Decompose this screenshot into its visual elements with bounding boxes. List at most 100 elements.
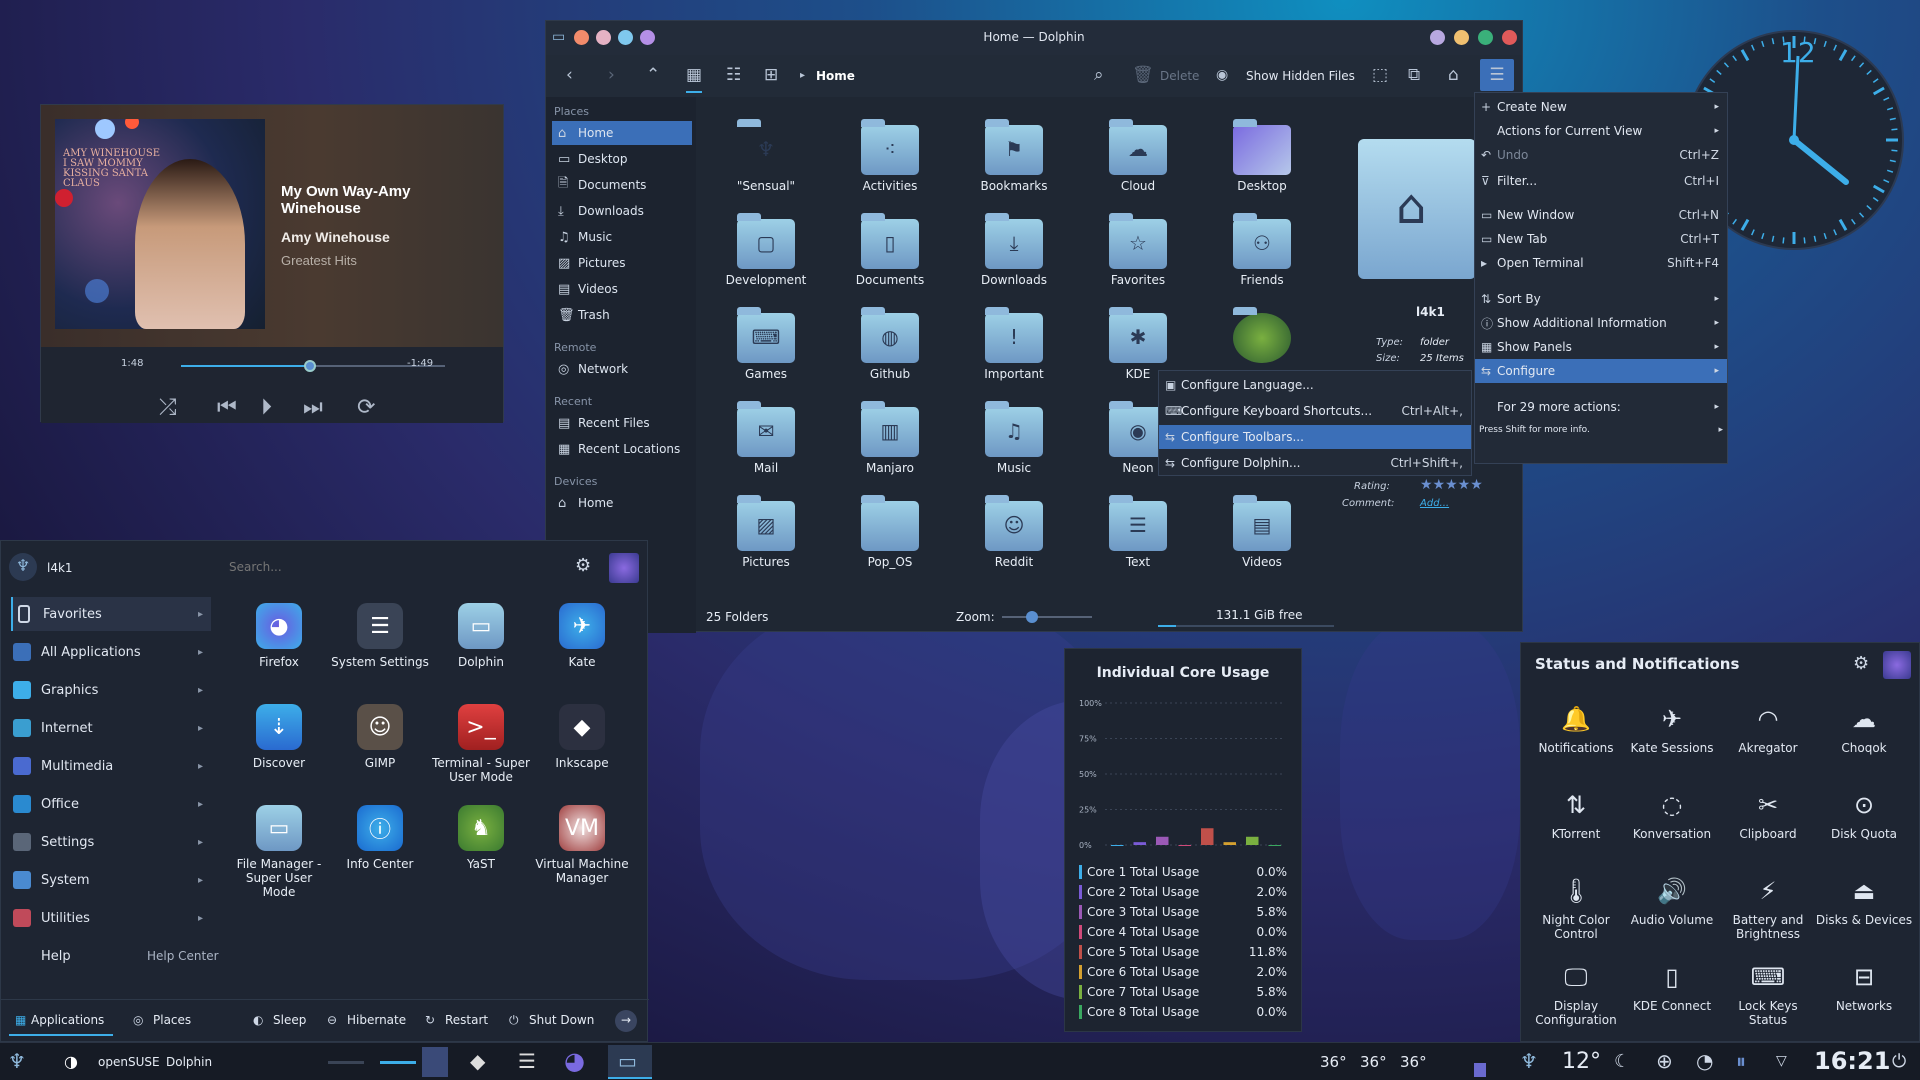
applications-tab[interactable]: ▦ Applications xyxy=(9,1006,113,1036)
more-arrow-icon[interactable]: → xyxy=(615,1010,637,1032)
places-item-network[interactable]: ◎ Network xyxy=(552,357,692,381)
app-kate[interactable]: ✈ Kate xyxy=(532,603,632,669)
app-file-manager-super-user-mode[interactable]: ▭ File Manager - Super User Mode xyxy=(229,805,329,899)
folder-item[interactable]: ▥ Manjaro xyxy=(828,389,952,483)
tray-item-networks[interactable]: ⊟ Networks xyxy=(1815,963,1913,1013)
restart-button[interactable]: ↻ Restart xyxy=(423,1013,488,1027)
configure-item-configure-language-[interactable]: ▣ Configure Language... xyxy=(1159,373,1471,397)
hibernate-button[interactable]: ⊖ Hibernate xyxy=(325,1013,406,1027)
places-item-home[interactable]: ⌂ Home xyxy=(552,121,692,145)
folder-item[interactable]: ▨ Pictures xyxy=(704,483,828,577)
home-icon[interactable]: ⌂ xyxy=(1448,65,1459,85)
folder-item[interactable]: ! Important xyxy=(952,295,1076,389)
play-icon[interactable]: ⏵ xyxy=(261,395,272,420)
menu-item-for-29-more-actions-[interactable]: For 29 more actions: ▸ xyxy=(1475,395,1727,419)
tray-item-battery-and-brightness[interactable]: ⚡ Battery and Brightness xyxy=(1719,877,1817,941)
shutdown-button[interactable]: ⏻ Shut Down xyxy=(507,1013,594,1027)
power-avatar-icon[interactable] xyxy=(609,553,639,583)
folder-item[interactable]: Desktop xyxy=(1200,107,1324,201)
menu-item-filter-[interactable]: ⊽ Filter... Ctrl+I xyxy=(1475,169,1727,193)
tray-item-clipboard[interactable]: ✂ Clipboard xyxy=(1719,791,1817,841)
folder-item[interactable]: ⚇ Friends xyxy=(1200,201,1324,295)
app-terminal-super-user-mode[interactable]: >_ Terminal - Super User Mode xyxy=(431,704,531,784)
menu-item-configure[interactable]: ⇆ Configure ▸ xyxy=(1475,359,1727,383)
places-item-downloads[interactable]: ⤓ Downloads xyxy=(552,199,692,223)
menu-item-create-new[interactable]: + Create New ▸ xyxy=(1475,95,1727,119)
tray-item-disk-quota[interactable]: ⊙ Disk Quota xyxy=(1815,791,1913,841)
places-item-recent-locations[interactable]: ▦ Recent Locations xyxy=(552,437,692,461)
night-moon-icon[interactable]: ☾ xyxy=(1614,1051,1630,1072)
rating-stars[interactable]: ★★★★★ xyxy=(1420,477,1483,493)
app-virtual-machine-manager[interactable]: VM Virtual Machine Manager xyxy=(532,805,632,885)
taskbar-power-icon[interactable]: ⏻ xyxy=(1892,1051,1906,1072)
show-hidden-files-button[interactable]: Show Hidden Files xyxy=(1246,69,1355,83)
folder-item[interactable]: ☆ Favorites xyxy=(1076,201,1200,295)
tray-item-kate-sessions[interactable]: ✈ Kate Sessions xyxy=(1623,705,1721,755)
task-inkscape-icon[interactable]: ◆ xyxy=(470,1049,485,1073)
folder-item[interactable]: ☰ Text xyxy=(1076,483,1200,577)
search-icon[interactable]: ⌕ xyxy=(1094,65,1104,85)
app-gimp[interactable]: ☺ GIMP xyxy=(330,704,430,770)
settings-gear-icon[interactable]: ⚙ xyxy=(575,555,591,576)
category-graphics[interactable]: Graphics ▸ xyxy=(11,673,211,707)
places-item-trash[interactable]: 🗑 Trash xyxy=(552,303,692,327)
category-system[interactable]: System ▸ xyxy=(11,863,211,897)
folder-item[interactable]: ▯ Documents xyxy=(828,201,952,295)
folder-item[interactable]: ▤ Videos xyxy=(1200,483,1324,577)
task-firefox-icon[interactable]: ◕ xyxy=(564,1047,585,1075)
folder-item[interactable]: ♆ "Sensual" xyxy=(704,107,828,201)
split-icon[interactable]: ⧉ xyxy=(1408,65,1420,85)
up-icon[interactable]: ⌃ xyxy=(646,65,660,85)
app-discover[interactable]: ⇣ Discover xyxy=(229,704,329,770)
folder-item[interactable]: ✉ Mail xyxy=(704,389,828,483)
folder-item[interactable]: ☁ Cloud xyxy=(1076,107,1200,201)
tray-item-akregator[interactable]: ◠ Akregator xyxy=(1719,705,1817,755)
menu-item-actions-for-current-view[interactable]: Actions for Current View ▸ xyxy=(1475,119,1727,143)
zoom-slider[interactable] xyxy=(1002,611,1092,623)
kde-connect-tray-icon[interactable]: ♆ xyxy=(1520,1049,1538,1073)
app-yast[interactable]: ♞ YaST xyxy=(431,805,531,871)
delete-button[interactable]: Delete xyxy=(1160,69,1199,83)
tray-item-choqok[interactable]: ☁ Choqok xyxy=(1815,705,1913,755)
category-multimedia[interactable]: Multimedia ▸ xyxy=(11,749,211,783)
weather-temp[interactable]: 12° xyxy=(1562,1049,1601,1074)
menu-item-show-panels[interactable]: ▦ Show Panels ▸ xyxy=(1475,335,1727,359)
activity-icon[interactable]: ◔ xyxy=(1696,1049,1713,1073)
app-dolphin[interactable]: ▭ Dolphin xyxy=(431,603,531,669)
menu-item-undo[interactable]: ↶ Undo Ctrl+Z xyxy=(1475,143,1727,167)
places-item-videos[interactable]: ▤ Videos xyxy=(552,277,692,301)
tray-pin-icon[interactable] xyxy=(1883,651,1911,679)
task-dolphin[interactable]: ▭ xyxy=(608,1045,652,1079)
forward-icon[interactable]: › xyxy=(608,65,615,85)
places-item-home[interactable]: ⌂ Home xyxy=(552,491,692,515)
category-settings[interactable]: Settings ▸ xyxy=(11,825,211,859)
folder-item[interactable]: Pop_OS xyxy=(828,483,952,577)
folder-item[interactable]: ⌨ Games xyxy=(704,295,828,389)
update-icon[interactable]: ⊕ xyxy=(1656,1049,1673,1073)
icons-view-icon[interactable]: ▦ xyxy=(686,65,703,93)
app-info-center[interactable]: ⓘ Info Center xyxy=(330,805,430,871)
seek-bar[interactable] xyxy=(181,360,445,372)
minimize-button[interactable] xyxy=(1430,30,1445,45)
tray-item-kde-connect[interactable]: ▯ KDE Connect xyxy=(1623,963,1721,1013)
places-tab[interactable]: ◎ Places xyxy=(131,1013,191,1027)
select-icon[interactable]: ⬚ xyxy=(1372,65,1388,85)
category-internet[interactable]: Internet ▸ xyxy=(11,711,211,745)
tray-item-disks-devices[interactable]: ⏏ Disks & Devices xyxy=(1815,877,1913,927)
app-inkscape[interactable]: ◆ Inkscape xyxy=(532,704,632,770)
zoom-handle[interactable] xyxy=(1026,611,1038,623)
folder-item[interactable]: ♫ Music xyxy=(952,389,1076,483)
tray-item-konversation[interactable]: ◌ Konversation xyxy=(1623,791,1721,841)
next-icon[interactable]: ⏭ xyxy=(303,395,323,420)
details-view-icon[interactable]: ⊞ xyxy=(764,65,778,85)
tray-item-night-color-control[interactable]: 🌡 Night Color Control xyxy=(1527,877,1625,941)
launcher-icon[interactable]: ♆ xyxy=(8,1049,26,1073)
tray-settings-icon[interactable]: ⚙ xyxy=(1853,653,1869,674)
sleep-button[interactable]: ◐ Sleep xyxy=(251,1013,306,1027)
add-comment-link[interactable]: Add... xyxy=(1420,498,1449,509)
folder-item[interactable]: ⚑ Bookmarks xyxy=(952,107,1076,201)
close-button[interactable] xyxy=(1502,30,1517,45)
shuffle-icon[interactable]: ⤮ xyxy=(159,395,177,420)
folder-item[interactable]: ☺ Reddit xyxy=(952,483,1076,577)
search-input[interactable] xyxy=(229,553,559,581)
